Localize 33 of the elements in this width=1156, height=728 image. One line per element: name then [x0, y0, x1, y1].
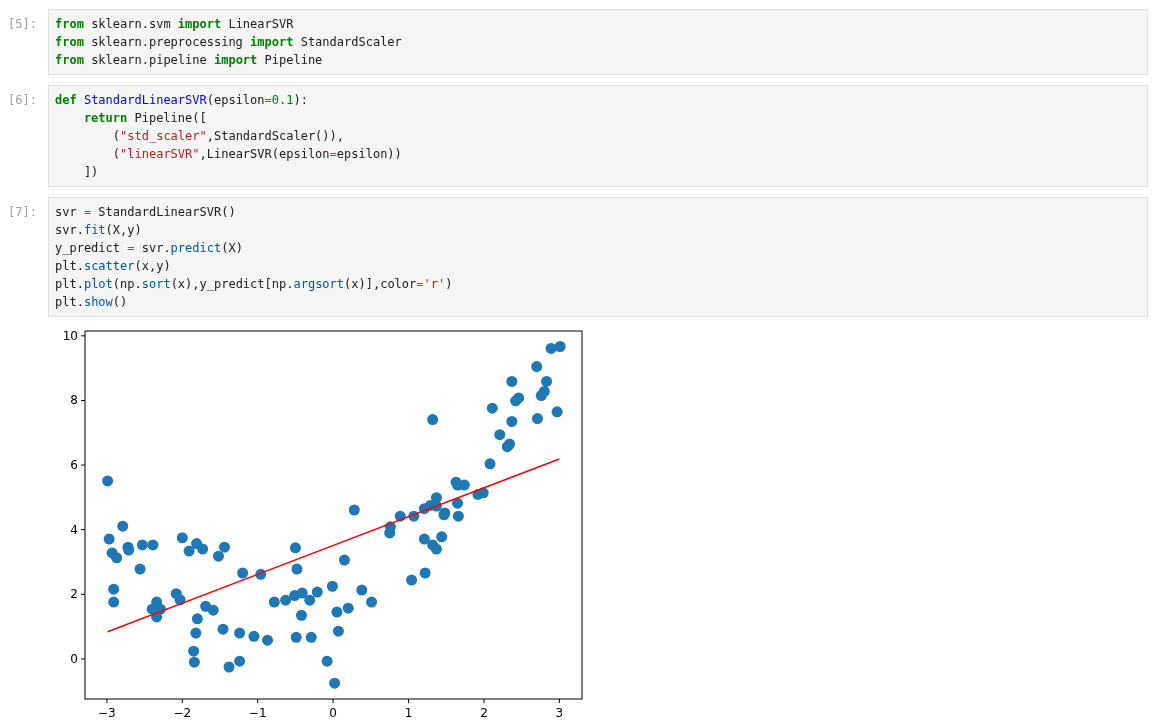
code-cell[interactable]: svr = StandardLinearSVR() svr.fit(X,y) y_predict = svr.predict(X) plt.scatter(x,y) plt.plot(np.sort(x),y_predict[np.argsort(x)],color='r') plt.show(): [48, 197, 1148, 317]
code-line: from sklearn.preprocessing import StandardScaler: [55, 34, 403, 51]
tick-label: 10: [62, 328, 78, 343]
code-line: svr = StandardLinearSVR(): [55, 204, 237, 221]
tick-label: 0: [70, 651, 78, 666]
code-line: from sklearn.svm import LinearSVR: [55, 16, 295, 33]
code-line: from sklearn.pipeline import Pipeline: [55, 52, 324, 69]
code-cell[interactable]: from sklearn.svm import LinearSVR from sklearn.preprocessing import StandardScaler from sklearn.pipeline import Pipeline: [48, 9, 1148, 75]
code-line: def StandardLinearSVR(epsilon=0.1):: [55, 92, 309, 109]
code-line: plt.plot(np.sort(x),y_predict[np.argsort(x)],color='r'): [55, 276, 454, 293]
tick-label: −1: [248, 706, 267, 720]
tick-label: 2: [70, 587, 78, 602]
tick-label: 1: [404, 706, 413, 720]
code-line: y_predict = svr.predict(X): [55, 240, 244, 257]
cell-prompt: [6]:: [8, 92, 38, 109]
tick-label: 8: [70, 393, 78, 408]
code-line: return Pipeline([: [82, 110, 208, 127]
code-line: ("std_scaler",StandardScaler()),: [111, 128, 345, 145]
code-cell[interactable]: def StandardLinearSVR(epsilon=0.1): return Pipeline([ ("std_scaler",StandardScaler()), ("linearSVR",LinearSVR(epsilon=epsilon)) ]): [48, 85, 1148, 187]
tick-label: −2: [173, 706, 192, 720]
code-line: plt.show(): [55, 294, 129, 311]
tick-label: 2: [480, 706, 488, 720]
tick-label: 4: [70, 522, 78, 537]
tick-label: 3: [555, 706, 564, 720]
code-line: ("linearSVR",LinearSVR(epsilon=epsilon)): [111, 146, 403, 163]
code-line: svr.fit(X,y): [55, 222, 143, 239]
code-line: ]): [82, 164, 100, 181]
code-line: plt.scatter(x,y): [55, 258, 172, 275]
tick-label: 6: [70, 458, 78, 473]
tick-label: −3: [98, 706, 116, 720]
tick-label: 0: [329, 706, 337, 720]
cell-prompt: [5]:: [8, 16, 38, 33]
cell-prompt: [7]:: [8, 204, 38, 221]
